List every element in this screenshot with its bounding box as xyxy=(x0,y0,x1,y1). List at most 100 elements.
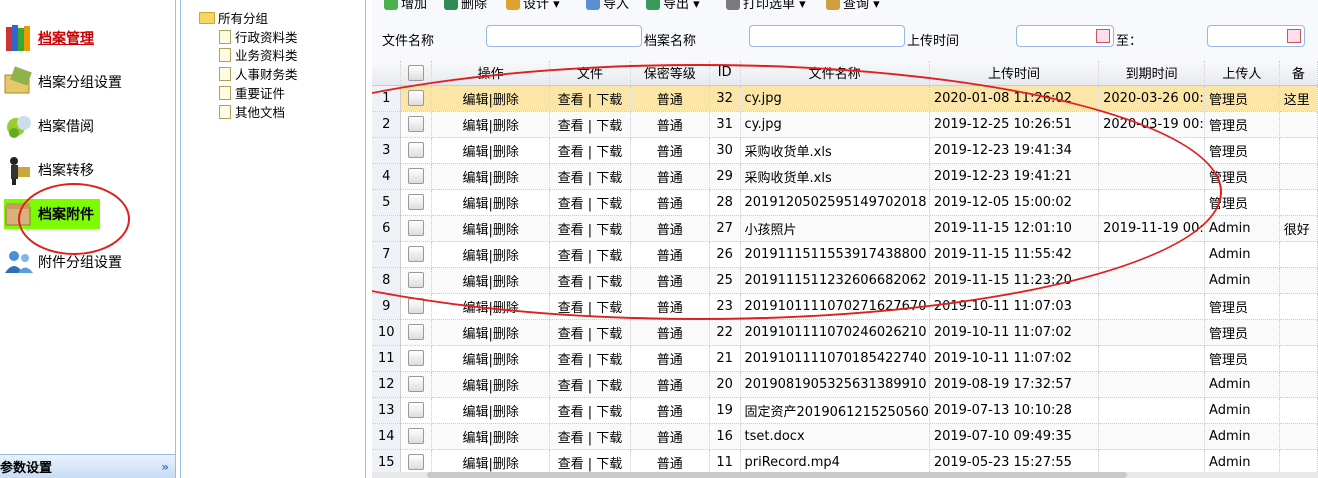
select-cell[interactable] xyxy=(400,293,432,320)
header-id[interactable]: ID xyxy=(709,61,741,86)
chevron-down-icon[interactable]: » xyxy=(161,460,169,474)
checkbox-icon[interactable] xyxy=(408,64,425,81)
file-cell[interactable]: 查看 | 下载 xyxy=(549,319,631,346)
header-security-level[interactable]: 保密等级 xyxy=(630,61,710,86)
checkbox-icon[interactable] xyxy=(408,168,425,184)
table-row[interactable]: 12 编辑|删除 查看 | 下载 普通 20 2019081905325631389910… xyxy=(372,371,1318,398)
query-button[interactable]: 查询 ▾ xyxy=(826,0,880,12)
table-row[interactable]: 7 编辑|删除 查看 | 下载 普通 26 2019111511553917438800 2… xyxy=(372,241,1318,268)
sidebar-item-archive-group-settings[interactable]: 档案分组设置 xyxy=(0,62,172,102)
table-row[interactable]: 6 编辑|删除 查看 | 下载 普通 27 小孩照片 2019-11-15 12:01:10… xyxy=(372,215,1318,242)
select-cell[interactable] xyxy=(400,319,432,346)
table-row[interactable]: 13 编辑|删除 查看 | 下载 普通 19 固定资产2019061215250560 20… xyxy=(372,397,1318,424)
header-note[interactable]: 备 xyxy=(1279,61,1318,86)
operation-cell[interactable]: 编辑|删除 xyxy=(431,293,551,320)
header-operation[interactable]: 操作 xyxy=(431,61,551,86)
operation-cell[interactable]: 编辑|删除 xyxy=(431,85,551,112)
checkbox-icon[interactable] xyxy=(408,376,425,392)
select-cell[interactable] xyxy=(400,85,432,112)
file-cell[interactable]: 查看 | 下载 xyxy=(549,111,631,138)
checkbox-icon[interactable] xyxy=(408,194,425,210)
scrollbar-thumb[interactable] xyxy=(427,472,1127,478)
table-row[interactable]: 11 编辑|删除 查看 | 下载 普通 21 2019101111070185422740… xyxy=(372,345,1318,372)
checkbox-icon[interactable] xyxy=(408,246,425,262)
print-menu-button[interactable]: 打印选单 ▾ xyxy=(726,0,806,12)
header-uploader[interactable]: 上传人 xyxy=(1204,61,1280,86)
export-button[interactable]: 导出 ▾ xyxy=(646,0,700,12)
checkbox-icon[interactable] xyxy=(408,142,425,158)
checkbox-icon[interactable] xyxy=(408,298,425,314)
operation-cell[interactable]: 编辑|删除 xyxy=(431,371,551,398)
checkbox-icon[interactable] xyxy=(408,324,425,340)
select-cell[interactable] xyxy=(400,189,432,216)
add-button[interactable]: 增加 xyxy=(384,0,427,12)
operation-cell[interactable]: 编辑|删除 xyxy=(431,215,551,242)
select-cell[interactable] xyxy=(400,371,432,398)
header-file-name[interactable]: 文件名称 xyxy=(740,61,930,86)
select-cell[interactable] xyxy=(400,241,432,268)
operation-cell[interactable]: 编辑|删除 xyxy=(431,319,551,346)
operation-cell[interactable]: 编辑|删除 xyxy=(431,163,551,190)
operation-cell[interactable]: 编辑|删除 xyxy=(431,189,551,216)
sidebar-footer-parameter-settings[interactable]: 参数设置 » xyxy=(0,454,175,478)
table-row[interactable]: 8 编辑|删除 查看 | 下载 普通 25 2019111511232606682062 2… xyxy=(372,267,1318,294)
select-cell[interactable] xyxy=(400,215,432,242)
file-cell[interactable]: 查看 | 下载 xyxy=(549,189,631,216)
checkbox-icon[interactable] xyxy=(408,272,425,288)
file-cell[interactable]: 查看 | 下载 xyxy=(549,397,631,424)
operation-cell[interactable]: 编辑|删除 xyxy=(431,241,551,268)
select-cell[interactable] xyxy=(400,163,432,190)
select-cell[interactable] xyxy=(400,423,432,450)
operation-cell[interactable]: 编辑|删除 xyxy=(431,345,551,372)
tree-node-other-docs[interactable]: 其他文档 xyxy=(219,102,285,121)
header-file[interactable]: 文件 xyxy=(549,61,631,86)
file-cell[interactable]: 查看 | 下载 xyxy=(549,241,631,268)
operation-cell[interactable]: 编辑|删除 xyxy=(431,111,551,138)
file-cell[interactable]: 查看 | 下载 xyxy=(549,85,631,112)
checkbox-icon[interactable] xyxy=(408,402,425,418)
table-row[interactable]: 5 编辑|删除 查看 | 下载 普通 28 2019120502595149702018 2… xyxy=(372,189,1318,216)
file-cell[interactable]: 查看 | 下载 xyxy=(549,137,631,164)
delete-button[interactable]: 删除 xyxy=(444,0,487,12)
design-button[interactable]: 设计 ▾ xyxy=(506,0,560,12)
upload-time-start-input[interactable] xyxy=(1016,25,1114,47)
file-cell[interactable]: 查看 | 下载 xyxy=(549,371,631,398)
operation-cell[interactable]: 编辑|删除 xyxy=(431,137,551,164)
file-cell[interactable]: 查看 | 下载 xyxy=(549,423,631,450)
table-row[interactable]: 9 编辑|删除 查看 | 下载 普通 23 2019101111070271627670 2… xyxy=(372,293,1318,320)
horizontal-scrollbar[interactable] xyxy=(372,472,1318,478)
tree-node-root[interactable]: 所有分组 xyxy=(199,8,268,27)
checkbox-icon[interactable] xyxy=(408,350,425,366)
select-cell[interactable] xyxy=(400,111,432,138)
checkbox-icon[interactable] xyxy=(408,454,425,470)
checkbox-icon[interactable] xyxy=(408,116,425,132)
file-cell[interactable]: 查看 | 下载 xyxy=(549,163,631,190)
file-cell[interactable]: 查看 | 下载 xyxy=(549,293,631,320)
import-button[interactable]: 导入 xyxy=(586,0,629,12)
table-row[interactable]: 10 编辑|删除 查看 | 下载 普通 22 2019101111070246026210… xyxy=(372,319,1318,346)
sidebar-item-archive-transfer[interactable]: 档案转移 xyxy=(0,150,172,190)
calendar-icon[interactable] xyxy=(1096,29,1110,43)
table-row[interactable]: 14 编辑|删除 查看 | 下载 普通 16 tset.docx 2019-07-10 09… xyxy=(372,423,1318,450)
file-name-input[interactable] xyxy=(486,25,642,47)
select-cell[interactable] xyxy=(400,267,432,294)
checkbox-icon[interactable] xyxy=(408,428,425,444)
table-row[interactable]: 3 编辑|删除 查看 | 下载 普通 30 采购收货单.xls 2019-12-23 19:… xyxy=(372,137,1318,164)
tree-node-important-certs[interactable]: 重要证件 xyxy=(219,83,285,102)
checkbox-icon[interactable] xyxy=(408,90,425,106)
header-expire-time[interactable]: 到期时间 xyxy=(1098,61,1206,86)
tree-node-hr-finance[interactable]: 人事财务类 xyxy=(219,64,298,83)
table-row[interactable]: 1 编辑|删除 查看 | 下载 普通 32 cy.jpg 2020-01-08 11:26:… xyxy=(372,85,1318,112)
operation-cell[interactable]: 编辑|删除 xyxy=(431,267,551,294)
upload-time-end-input[interactable] xyxy=(1207,25,1305,47)
calendar-icon[interactable] xyxy=(1287,29,1301,43)
header-select-all[interactable] xyxy=(400,61,432,86)
header-upload-time[interactable]: 上传时间 xyxy=(929,61,1100,86)
select-cell[interactable] xyxy=(400,397,432,424)
tree-node-admin[interactable]: 行政资料类 xyxy=(219,27,298,46)
table-row[interactable]: 2 编辑|删除 查看 | 下载 普通 31 cy.jpg 2019-12-25 10:26:… xyxy=(372,111,1318,138)
operation-cell[interactable]: 编辑|删除 xyxy=(431,423,551,450)
sidebar-item-attachment-group-settings[interactable]: 附件分组设置 xyxy=(0,242,172,282)
checkbox-icon[interactable] xyxy=(408,220,425,236)
sidebar-item-archive-attachment[interactable]: 档案附件 xyxy=(0,194,172,234)
